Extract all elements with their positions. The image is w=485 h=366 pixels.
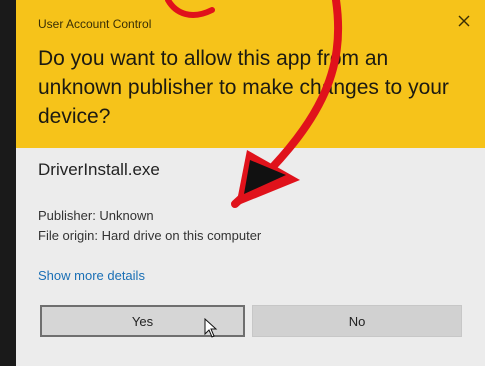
- prompt-question: Do you want to allow this app from an un…: [38, 47, 449, 128]
- no-button[interactable]: No: [252, 305, 462, 337]
- dialog-header: User Account Control Do you want to allo…: [16, 0, 485, 148]
- uac-dialog: User Account Control Do you want to allo…: [16, 0, 485, 366]
- window-title: User Account Control: [38, 17, 152, 31]
- mouse-pointer-icon: [204, 318, 218, 338]
- file-origin-label: File origin: Hard drive on this computer: [38, 228, 262, 243]
- program-name: DriverInstall.exe: [38, 160, 160, 179]
- show-more-details-link[interactable]: Show more details: [38, 268, 145, 283]
- publisher-label: Publisher: Unknown: [38, 208, 154, 223]
- close-icon[interactable]: [457, 14, 471, 28]
